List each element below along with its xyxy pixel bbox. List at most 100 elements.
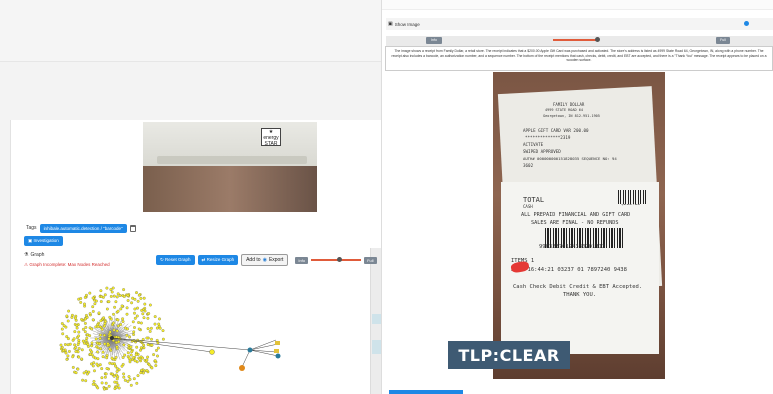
graph-node — [65, 335, 69, 339]
graph-node — [115, 329, 119, 333]
graph-node — [140, 368, 144, 372]
graph-node — [147, 363, 151, 367]
receipt-thanks: THANK YOU. — [563, 292, 597, 298]
graph-node — [127, 375, 131, 379]
receipt-photo[interactable]: FAMILY DOLLAR 4999 STATE ROAD 64 Georget… — [493, 72, 665, 379]
graph-node — [72, 337, 76, 341]
graph-node — [73, 343, 77, 347]
graph-node — [122, 375, 126, 379]
evidence-preview-image[interactable]: ★ energy STAR — [143, 122, 317, 212]
graph-node — [137, 327, 141, 331]
globe-icon: ◉ — [262, 257, 267, 263]
graph-node — [59, 343, 63, 347]
graph-node — [60, 346, 64, 349]
graph-node — [150, 366, 154, 370]
graph-node — [133, 316, 137, 320]
graph-node — [209, 349, 215, 355]
trash-icon[interactable] — [129, 224, 136, 232]
tags-row: Tags inhibale.automatic.detection / "bar… — [26, 222, 136, 234]
graph-node — [120, 364, 124, 368]
image-info-button[interactable]: Info — [426, 37, 442, 44]
graph-node — [108, 315, 112, 319]
graph-node — [121, 317, 125, 321]
graph-node — [123, 378, 127, 382]
full-button[interactable]: Full — [364, 256, 377, 264]
graph-node — [154, 364, 158, 368]
show-image-row[interactable]: ▣ Show Image — [386, 18, 773, 30]
graph-node — [105, 307, 109, 311]
graph-node — [76, 367, 80, 371]
tag-chip[interactable]: inhibale.automatic.detection / "barcode" — [39, 223, 127, 233]
info-button[interactable]: Info — [295, 256, 309, 264]
graph-node — [136, 374, 140, 378]
graph-node — [107, 337, 111, 341]
graph-node — [247, 347, 253, 353]
graph-node — [79, 297, 83, 300]
graph-node — [142, 343, 146, 347]
graph-node — [90, 341, 94, 345]
graph-node — [99, 333, 102, 337]
graph-node — [77, 330, 81, 334]
bottom-progress-bar — [389, 390, 463, 394]
graph-node — [139, 371, 143, 375]
investigation-button[interactable]: ▣ Investigation — [24, 236, 63, 246]
graph-node — [104, 381, 108, 385]
graph-node — [71, 355, 75, 359]
graph-node — [102, 333, 106, 337]
resize-graph-button[interactable]: ⇄ Resize Graph — [197, 255, 239, 265]
graph-node — [133, 307, 137, 311]
graph-node — [137, 293, 141, 297]
graph-node — [66, 354, 70, 358]
graph-node — [141, 371, 145, 375]
graph-node — [131, 320, 135, 324]
graph-node — [155, 326, 159, 330]
graph-node — [135, 345, 139, 349]
graph-node — [80, 317, 84, 321]
add-to-button[interactable]: Add to ◉ Export — [241, 254, 289, 266]
graph-node — [80, 348, 84, 352]
graph-node — [84, 379, 88, 383]
receipt-barcode-number: 99032370194380201313 — [539, 244, 606, 250]
graph-node — [157, 322, 161, 326]
graph-node — [100, 367, 104, 371]
graph-node — [108, 347, 112, 351]
graph-node — [93, 369, 96, 373]
graph-node — [96, 323, 100, 327]
receipt-address: 4999 STATE ROAD 64 — [545, 108, 583, 112]
graph-node — [150, 337, 153, 341]
graph-node — [145, 358, 149, 362]
receipt-swiped: SWIPED APPROVED — [523, 149, 561, 154]
graph-header: ⚗ Graph — [24, 252, 44, 258]
graph-node — [77, 338, 81, 342]
graph-node — [98, 363, 102, 367]
graph-node — [108, 361, 112, 365]
graph-node — [82, 341, 86, 345]
warning-icon: ⚠ — [24, 262, 29, 267]
graph-node — [62, 349, 65, 352]
graph-node — [156, 354, 159, 358]
reset-graph-button[interactable]: ↻ Reset Graph — [156, 255, 195, 265]
graph-node — [128, 377, 132, 381]
receipt-card: **************2319 — [525, 135, 571, 140]
relationship-graph[interactable] — [20, 280, 365, 394]
graph-node — [114, 364, 117, 368]
graph-node — [103, 342, 107, 346]
graph-node — [133, 359, 137, 363]
zoom-slider[interactable] — [311, 257, 362, 263]
image-zoom-slider[interactable] — [553, 37, 600, 43]
graph-node — [114, 355, 118, 359]
graph-node — [142, 316, 146, 320]
graph-node — [98, 342, 102, 346]
graph-node — [140, 341, 144, 345]
graph-node — [61, 332, 65, 336]
graph-node — [77, 347, 81, 350]
graph-node — [136, 306, 139, 310]
image-full-button[interactable]: Full — [716, 37, 730, 44]
show-image-toggle[interactable] — [744, 21, 749, 26]
graph-node — [121, 356, 125, 359]
graph-node — [275, 353, 281, 359]
graph-node — [73, 330, 77, 334]
graph-node — [132, 377, 136, 381]
graph-node — [91, 296, 95, 300]
graph-node — [275, 341, 280, 345]
